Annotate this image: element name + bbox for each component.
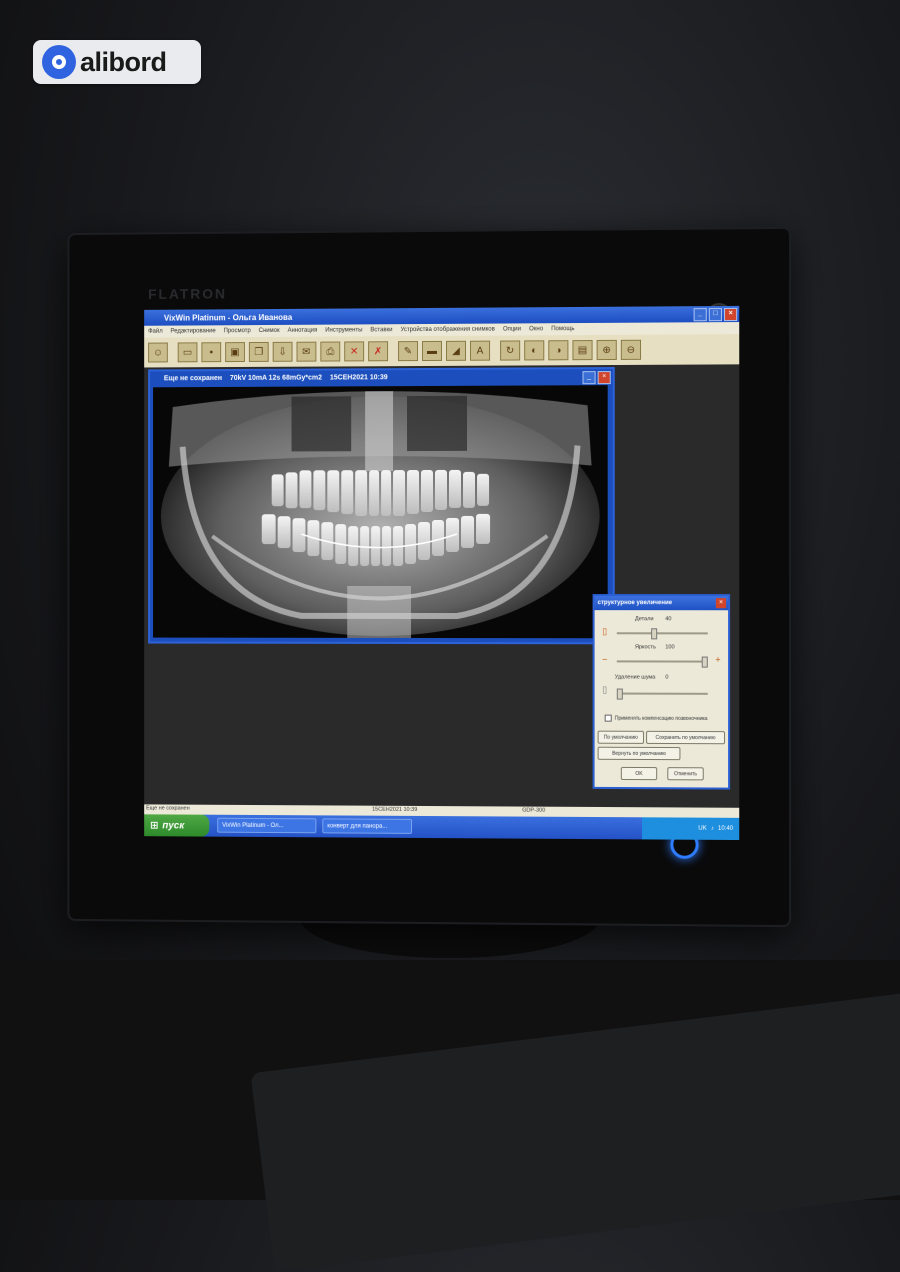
rotate-icon[interactable]: ↻ bbox=[500, 340, 520, 360]
alibord-watermark: alibord bbox=[33, 40, 201, 84]
menu-annotation[interactable]: Аннотация bbox=[288, 328, 318, 334]
brightness-decrease-icon: − bbox=[601, 654, 609, 664]
tray-language[interactable]: UK bbox=[698, 826, 706, 832]
taskbar: ⊞ пуск VixWin Platinum - Ол... конверт д… bbox=[144, 814, 739, 840]
noise-slider-knob[interactable] bbox=[617, 689, 623, 700]
dialog-close-icon[interactable]: × bbox=[716, 598, 726, 608]
task-vixwin-label: VixWin Platinum - Ол... bbox=[222, 822, 283, 828]
start-button[interactable]: ⊞ пуск bbox=[144, 814, 209, 836]
minimize-icon[interactable]: _ bbox=[694, 308, 707, 321]
task-vixwin[interactable]: VixWin Platinum - Ол... bbox=[217, 818, 316, 834]
brightness-value: 100 bbox=[665, 644, 674, 650]
dialog-titlebar: структурное увеличение bbox=[595, 596, 728, 610]
panoramic-xray-image[interactable] bbox=[153, 385, 608, 638]
menu-options[interactable]: Опции bbox=[503, 326, 521, 332]
task-envelope[interactable]: конверт для панора... bbox=[322, 818, 412, 834]
image-exposure: 70kV 10mA 12s 68mGy*cm2 bbox=[230, 374, 322, 381]
menu-file[interactable]: Файл bbox=[148, 329, 163, 335]
noise-value: 0 bbox=[665, 675, 668, 681]
discard-icon[interactable]: ✗ bbox=[368, 341, 388, 361]
noise-label: Удаление шума bbox=[615, 674, 656, 680]
maximize-icon[interactable]: □ bbox=[709, 308, 722, 321]
contrast-icon[interactable]: ◐ bbox=[524, 340, 544, 360]
zoom-out-icon[interactable]: ⊖ bbox=[621, 340, 641, 360]
detail-value: 40 bbox=[665, 616, 671, 622]
app-title: VixWin Platinum - Ольга Иванова bbox=[164, 312, 292, 322]
tray-clock: 10:40 bbox=[718, 826, 733, 832]
brightness-slider-knob[interactable] bbox=[702, 657, 708, 668]
start-label: пуск bbox=[162, 820, 184, 831]
status-device: GDP-300 bbox=[522, 808, 545, 814]
print-icon[interactable]: ⎙ bbox=[320, 342, 340, 362]
checkbox-box[interactable] bbox=[605, 715, 612, 722]
menu-tools[interactable]: Инструменты bbox=[325, 327, 362, 333]
save-icon[interactable]: ▪ bbox=[201, 342, 221, 362]
structural-enhancement-dialog: структурное увеличение × Детали 40 ▯ Ярк… bbox=[593, 594, 731, 790]
menu-window[interactable]: Окно bbox=[529, 326, 543, 332]
spine-compensation-checkbox[interactable]: Применять компенсацию позвоночника bbox=[605, 715, 708, 722]
filter-icon[interactable]: ▤ bbox=[572, 340, 592, 360]
checkbox-label: Применять компенсацию позвоночника bbox=[615, 715, 708, 721]
noise-slider[interactable] bbox=[617, 693, 708, 695]
image-close-icon[interactable]: × bbox=[598, 371, 611, 384]
toolbar: ☺ ▭ ▪ ▣ ❐ ⇩ ✉ ⎙ ✕ ✗ ✎ ▬ ◢ A ↻ ◐ ◑ ▤ ⊕ ⊖ bbox=[144, 334, 739, 367]
workspace: Еще не сохранен 70kV 10mA 12s 68mGy*cm2 … bbox=[144, 364, 739, 807]
copy-icon[interactable]: ❐ bbox=[249, 342, 269, 362]
xray-graphic bbox=[153, 385, 608, 638]
menu-view[interactable]: Просмотр bbox=[224, 328, 251, 334]
monitor: FLATRON VixWin Platinum - Ольга Иванова … bbox=[69, 229, 789, 925]
brightness-increase-icon: + bbox=[714, 655, 722, 665]
measure-icon[interactable]: ▬ bbox=[422, 341, 442, 361]
detail-slider[interactable] bbox=[617, 632, 708, 634]
ok-button[interactable]: OK bbox=[621, 767, 657, 780]
tray-volume-icon[interactable]: ♪ bbox=[711, 826, 714, 832]
status-date: 15СЕН2021 10:39 bbox=[372, 807, 417, 813]
brightness-label: Яркость bbox=[635, 644, 656, 650]
email-icon[interactable]: ✉ bbox=[296, 342, 316, 362]
watermark-text: alibord bbox=[80, 47, 167, 78]
detail-icon: ▯ bbox=[601, 626, 609, 636]
image-minimize-icon[interactable]: _ bbox=[583, 371, 596, 384]
cancel-button[interactable]: Отменить bbox=[667, 767, 703, 780]
image-window: Еще не сохранен 70kV 10mA 12s 68mGy*cm2 … bbox=[148, 367, 615, 644]
text-annotation-icon[interactable]: A bbox=[470, 341, 490, 361]
export-icon[interactable]: ⇩ bbox=[273, 342, 293, 362]
screen: VixWin Platinum - Ольга Иванова _ □ × Фа… bbox=[144, 306, 739, 840]
invert-icon[interactable]: ◑ bbox=[548, 340, 568, 360]
delete-icon[interactable]: ✕ bbox=[344, 341, 364, 361]
menu-devices[interactable]: Устройства отображения снимков bbox=[401, 327, 495, 334]
open-folder-icon[interactable]: ▭ bbox=[178, 342, 198, 362]
task-envelope-label: конверт для панора... bbox=[327, 823, 387, 829]
menu-help[interactable]: Помощь bbox=[551, 326, 574, 332]
restore-default-button[interactable]: Вернуть по умолчанию bbox=[598, 747, 681, 760]
alibord-logo-icon bbox=[42, 45, 76, 79]
noise-icon: ▯ bbox=[601, 684, 609, 694]
menu-edit[interactable]: Редактирование bbox=[171, 328, 216, 334]
image-date: 15СЕН2021 10:39 bbox=[330, 374, 388, 381]
windows-flag-icon: ⊞ bbox=[150, 820, 158, 831]
menu-insert[interactable]: Вставки bbox=[370, 327, 392, 333]
brightness-slider[interactable] bbox=[617, 660, 708, 662]
image-window-titlebar: Еще не сохранен 70kV 10mA 12s 68mGy*cm2 … bbox=[150, 369, 613, 385]
save-all-icon[interactable]: ▣ bbox=[225, 342, 245, 362]
menu-image[interactable]: Снимок bbox=[259, 328, 280, 334]
close-icon[interactable]: × bbox=[724, 308, 737, 321]
monitor-brand: FLATRON bbox=[148, 285, 227, 301]
pencil-icon[interactable]: ✎ bbox=[398, 341, 418, 361]
system-tray: UK ♪ 10:40 bbox=[642, 817, 739, 840]
save-default-button[interactable]: Сохранить по умолчанию bbox=[646, 731, 725, 744]
detail-slider-knob[interactable] bbox=[651, 628, 657, 639]
zoom-in-icon[interactable]: ⊕ bbox=[597, 340, 617, 360]
patient-icon[interactable]: ☺ bbox=[148, 343, 168, 363]
image-window-title: Еще не сохранен bbox=[164, 375, 222, 382]
default-button[interactable]: По умолчанию bbox=[598, 731, 644, 744]
calibrate-icon[interactable]: ◢ bbox=[446, 341, 466, 361]
status-left: Еще не сохранен bbox=[146, 805, 190, 811]
detail-label: Детали bbox=[635, 616, 654, 622]
dialog-title: структурное увеличение bbox=[598, 600, 672, 606]
